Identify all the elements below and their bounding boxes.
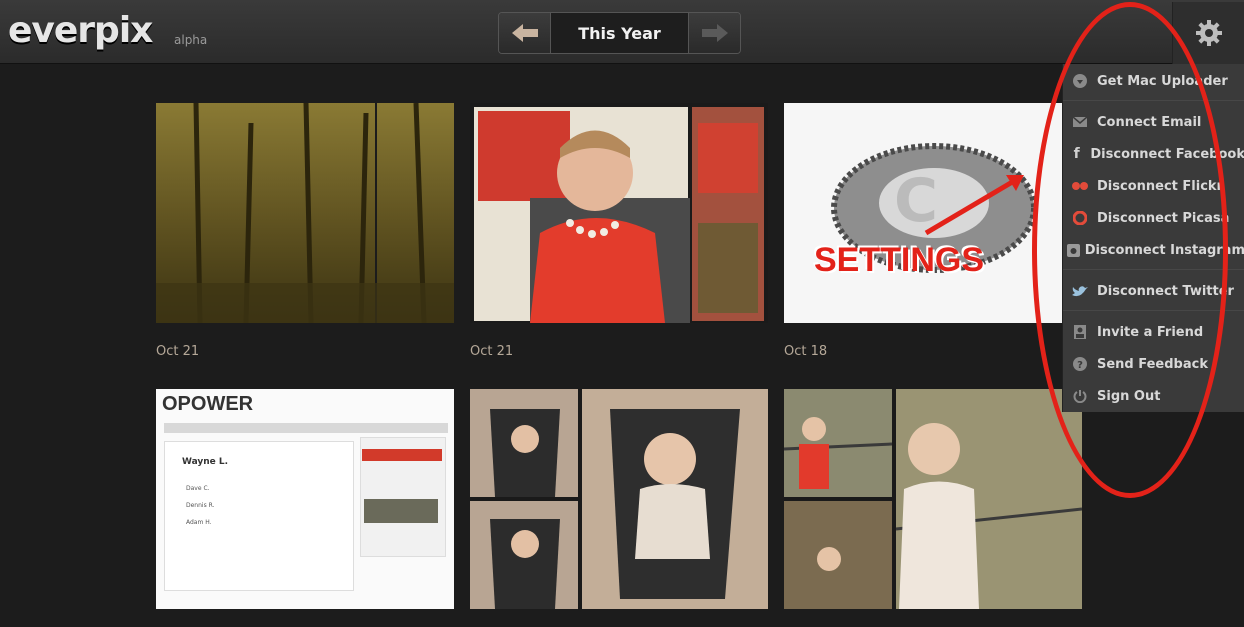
period-navigator: This Year <box>498 12 741 54</box>
menu-item-sign-out[interactable]: Sign Out <box>1063 381 1244 411</box>
photo-settings-graphic[interactable]: C SETTINGS <box>784 103 1082 323</box>
twitter-icon <box>1063 285 1097 297</box>
logo[interactable]: everpix <box>8 10 153 51</box>
photo-baby-phone[interactable] <box>470 103 768 323</box>
opower-row: Dave C. <box>186 485 210 492</box>
download-icon <box>1063 74 1097 88</box>
top-bar: everpix alpha This Year <box>0 0 1244 64</box>
logo-tag: alpha <box>174 33 208 47</box>
opower-row: Wayne L. <box>182 457 229 467</box>
next-period-button[interactable] <box>688 13 740 53</box>
svg-text:C: C <box>894 166 938 236</box>
menu-item-send-feedback[interactable]: ? Send Feedback <box>1063 349 1244 379</box>
photo-forest[interactable] <box>156 103 454 323</box>
menu-item-get-mac-uploader[interactable]: Get Mac Uploader <box>1063 66 1244 96</box>
menu-item-disconnect-facebook[interactable]: f Disconnect Facebook <box>1063 139 1244 169</box>
photo-date: Oct 21 <box>470 344 514 359</box>
picasa-icon <box>1063 211 1097 225</box>
period-label: This Year <box>551 13 688 53</box>
settings-caption: SETTINGS <box>814 241 985 279</box>
svg-text:?: ? <box>1077 360 1083 371</box>
photo-baby-fence[interactable] <box>784 389 1082 609</box>
arrow-left-icon <box>511 24 538 42</box>
settings-button[interactable] <box>1172 2 1244 64</box>
menu-item-disconnect-twitter[interactable]: Disconnect Twitter <box>1063 276 1244 306</box>
instagram-icon <box>1063 243 1085 257</box>
photo-date: Oct 21 <box>156 344 200 359</box>
question-icon: ? <box>1063 357 1097 371</box>
menu-divider <box>1063 310 1244 311</box>
envelope-icon <box>1063 117 1097 127</box>
power-icon <box>1063 389 1097 403</box>
settings-menu: Get Mac Uploader Connect Email f Disconn… <box>1062 64 1244 412</box>
photo-baby-stroller[interactable] <box>470 389 768 609</box>
menu-item-disconnect-flickr[interactable]: Disconnect Flickr <box>1063 171 1244 201</box>
arrow-right-icon <box>701 24 728 42</box>
menu-item-disconnect-instagram[interactable]: Disconnect Instagram <box>1063 235 1244 265</box>
menu-item-connect-email[interactable]: Connect Email <box>1063 107 1244 137</box>
menu-item-invite-friend[interactable]: Invite a Friend <box>1063 317 1244 347</box>
opower-row: Dennis R. <box>186 502 215 509</box>
photo-date: Oct 18 <box>784 344 828 359</box>
gear-icon <box>1195 20 1222 46</box>
menu-divider <box>1063 269 1244 270</box>
flickr-icon <box>1063 182 1097 190</box>
photo-opower-screenshot[interactable]: OPOWER Wayne L. Dave C. Dennis R. Adam H… <box>156 389 454 609</box>
facebook-icon: f <box>1073 146 1080 162</box>
menu-divider <box>1063 100 1244 101</box>
opower-row: Adam H. <box>186 519 212 526</box>
menu-item-disconnect-picasa[interactable]: Disconnect Picasa <box>1063 203 1244 233</box>
person-icon <box>1063 325 1097 339</box>
opower-logo: OPOWER <box>162 393 254 415</box>
previous-period-button[interactable] <box>499 13 551 53</box>
